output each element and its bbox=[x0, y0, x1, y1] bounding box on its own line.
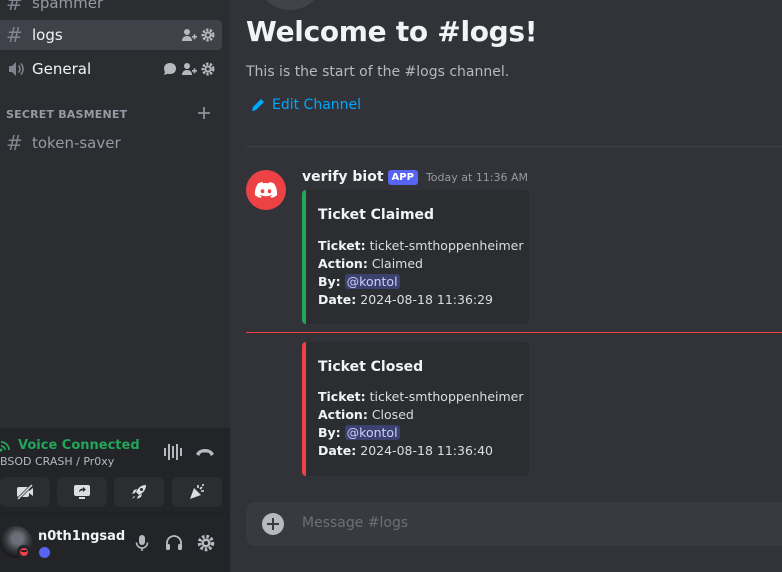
channel-hash-circle-icon bbox=[256, 0, 324, 10]
hashtag-icon: # bbox=[6, 23, 23, 47]
voice-location[interactable]: BSOD CRASH / Pr0xy bbox=[0, 455, 114, 468]
microphone-icon[interactable] bbox=[132, 533, 152, 553]
username[interactable]: n0th1ngsad bbox=[38, 529, 125, 544]
screen-share-icon bbox=[74, 485, 90, 499]
embed-field-date: Date: 2024-08-18 11:36:40 bbox=[318, 443, 494, 458]
headphones-icon[interactable] bbox=[164, 533, 184, 553]
app-badge: APP bbox=[387, 169, 418, 185]
user-mention[interactable]: @kontol bbox=[344, 425, 400, 440]
screen-share-button[interactable] bbox=[57, 477, 107, 507]
plus-icon bbox=[267, 518, 279, 530]
embed-title: Ticket Claimed bbox=[318, 207, 435, 223]
embed-accent-bar bbox=[302, 342, 306, 476]
voice-status[interactable]: Voice Connected bbox=[18, 438, 140, 453]
plus-icon[interactable] bbox=[196, 105, 212, 121]
gear-icon[interactable] bbox=[200, 27, 216, 43]
chat-area: Welcome to #logs! This is the start of t… bbox=[230, 0, 782, 572]
message-author[interactable]: verify biot bbox=[302, 169, 384, 185]
activity-rocket-icon bbox=[132, 485, 146, 499]
embed-field-action: Action: Closed bbox=[318, 407, 414, 422]
embed-field-date: Date: 2024-08-18 11:36:29 bbox=[318, 292, 494, 307]
category-label: SECRET BASMENET bbox=[6, 108, 128, 121]
embed-ticket-claimed: Ticket Claimed Ticket: ticket-smthoppenh… bbox=[302, 190, 529, 324]
embed-ticket-closed: Ticket Closed Ticket: ticket-smthoppenhe… bbox=[302, 342, 529, 476]
category-header[interactable]: SECRET BASMENET bbox=[0, 104, 222, 124]
date-divider bbox=[246, 146, 782, 147]
hashtag-icon: # bbox=[6, 131, 23, 155]
add-member-icon[interactable] bbox=[181, 27, 197, 43]
disconnect-icon[interactable] bbox=[194, 442, 216, 462]
channel-label: General bbox=[32, 60, 92, 78]
soundboard-icon bbox=[190, 484, 204, 499]
channel-item-token-saver[interactable]: # token-saver bbox=[0, 128, 222, 158]
edit-channel-link[interactable]: Edit Channel bbox=[250, 97, 361, 113]
user-panel: n0th1ngsad bbox=[0, 514, 230, 572]
channel-item-general[interactable]: General bbox=[0, 54, 222, 84]
embed-accent-bar bbox=[302, 190, 306, 324]
signal-icon[interactable] bbox=[0, 437, 14, 453]
nitro-badge-icon bbox=[39, 547, 50, 558]
welcome-title: Welcome to #logs! bbox=[246, 15, 538, 48]
voice-panel: Voice Connected BSOD CRASH / Pr0xy bbox=[0, 428, 230, 514]
pencil-icon bbox=[252, 99, 264, 111]
channel-item-logs[interactable]: # logs bbox=[0, 20, 222, 50]
attach-plus-button[interactable] bbox=[262, 513, 284, 535]
channel-label: token-saver bbox=[32, 134, 121, 152]
edit-channel-label: Edit Channel bbox=[272, 97, 362, 113]
embed-field-action: Action: Claimed bbox=[318, 256, 423, 271]
user-mention[interactable]: @kontol bbox=[344, 274, 400, 289]
camera-off-button[interactable] bbox=[0, 477, 50, 507]
noise-suppression-icon[interactable] bbox=[162, 442, 184, 462]
channel-label: spammer bbox=[32, 0, 104, 12]
message-timestamp: Today at 11:36 AM bbox=[425, 170, 529, 184]
embed-title: Ticket Closed bbox=[318, 359, 424, 375]
camera-off-icon bbox=[16, 483, 34, 501]
embed-field-by: By: @kontol bbox=[318, 425, 400, 440]
channel-label: logs bbox=[32, 26, 63, 44]
message-input-box[interactable]: Message #logs bbox=[246, 502, 782, 546]
channel-sidebar: # spammer # logs General SECRET BASMENET… bbox=[0, 0, 230, 572]
discord-logo-icon bbox=[254, 182, 278, 198]
new-messages-divider bbox=[246, 332, 782, 333]
soundboard-button[interactable] bbox=[172, 477, 222, 507]
message-header: verify biot APP Today at 11:36 AM bbox=[302, 169, 528, 185]
dnd-status-icon bbox=[17, 545, 31, 559]
chat-bubble-icon[interactable] bbox=[162, 61, 178, 77]
add-member-icon[interactable] bbox=[181, 61, 197, 77]
message-input-placeholder[interactable]: Message #logs bbox=[302, 515, 408, 531]
activity-button[interactable] bbox=[114, 477, 164, 507]
bot-avatar[interactable] bbox=[246, 170, 286, 210]
gear-icon[interactable] bbox=[200, 61, 216, 77]
embed-field-ticket: Ticket: ticket-smthoppenheimer bbox=[318, 238, 524, 253]
embed-field-ticket: Ticket: ticket-smthoppenheimer bbox=[318, 389, 524, 404]
settings-icon[interactable] bbox=[196, 533, 216, 553]
speaker-icon bbox=[9, 62, 24, 76]
channel-item-spammer[interactable]: # spammer bbox=[0, 0, 222, 18]
hashtag-icon: # bbox=[6, 0, 23, 15]
welcome-subtitle: This is the start of the #logs channel. bbox=[246, 64, 510, 80]
embed-field-by: By: @kontol bbox=[318, 274, 400, 289]
